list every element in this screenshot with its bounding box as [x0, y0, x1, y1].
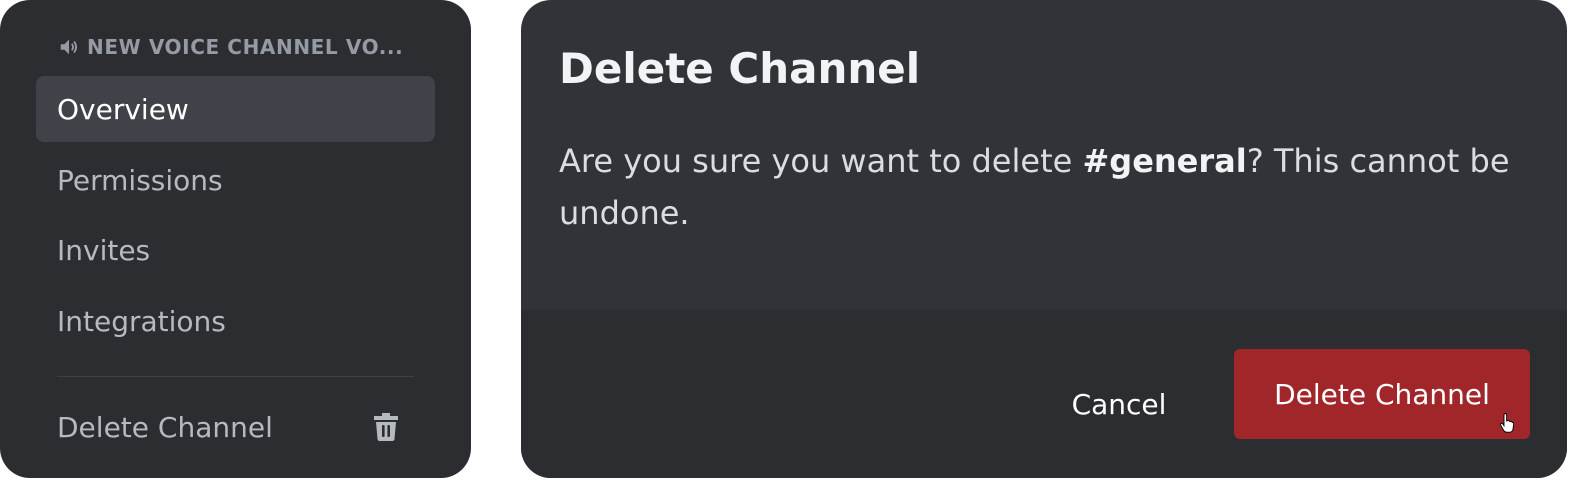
cancel-button[interactable]: Cancel	[1044, 359, 1194, 449]
sidebar-item-invites[interactable]: Invites	[36, 217, 435, 283]
confirm-delete-button[interactable]: Delete Channel	[1234, 349, 1530, 439]
sidebar-item-overview[interactable]: Overview	[36, 76, 435, 142]
confirm-delete-label: Delete Channel	[1274, 377, 1490, 411]
sidebar-divider	[57, 376, 414, 377]
sidebar-header-label: NEW VOICE CHANNEL VO...	[87, 35, 404, 59]
sidebar-header: NEW VOICE CHANNEL VO...	[57, 34, 417, 60]
sidebar-item-label: Integrations	[57, 304, 226, 338]
channel-name: #general	[1082, 142, 1247, 180]
modal-body-prefix: Are you sure you want to delete	[559, 142, 1083, 180]
sidebar-item-label: Delete Channel	[57, 410, 273, 444]
sidebar-item-label: Invites	[57, 233, 151, 267]
sidebar-item-label: Overview	[57, 92, 189, 126]
delete-channel-modal: Delete Channel Are you sure you want to …	[521, 0, 1567, 478]
hand-cursor-icon	[1500, 413, 1514, 433]
sidebar-item-permissions[interactable]: Permissions	[36, 147, 435, 213]
sidebar-item-delete-channel[interactable]: Delete Channel	[36, 394, 435, 460]
trash-icon	[374, 413, 398, 441]
modal-body: Are you sure you want to delete #general…	[559, 135, 1519, 239]
channel-settings-sidebar: NEW VOICE CHANNEL VO... Overview Permiss…	[0, 0, 471, 478]
modal-title: Delete Channel	[559, 44, 921, 93]
sidebar-item-label: Permissions	[57, 163, 223, 197]
sidebar-item-integrations[interactable]: Integrations	[36, 288, 435, 354]
speaker-icon	[60, 39, 78, 55]
modal-footer: Cancel Delete Channel	[521, 310, 1567, 478]
